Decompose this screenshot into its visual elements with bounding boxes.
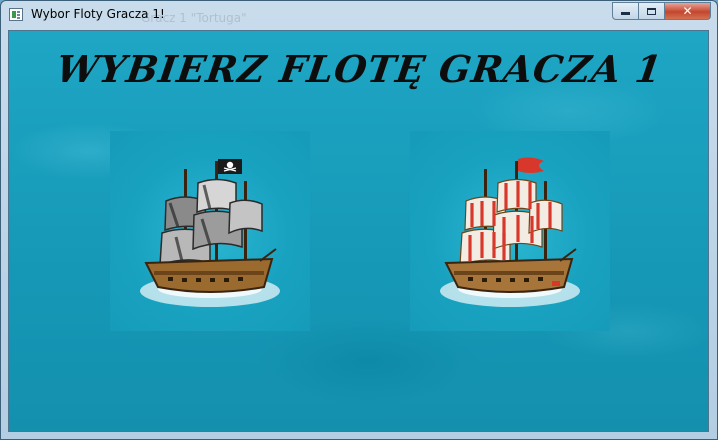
window-controls: ✕ xyxy=(612,2,711,20)
maximize-icon xyxy=(647,7,656,15)
title-bar[interactable]: Wybor Floty Gracza 1! Gracz 1 "Tortuga" … xyxy=(1,1,717,30)
pirate-ship-icon xyxy=(140,159,280,307)
app-icon xyxy=(9,8,23,21)
minimize-icon xyxy=(621,12,630,15)
minimize-button[interactable] xyxy=(612,2,639,20)
app-window: Wybor Floty Gracza 1! Gracz 1 "Tortuga" … xyxy=(0,0,718,440)
page-title: WYBIERZ FLOTĘ GRACZA 1 xyxy=(53,47,666,91)
close-icon: ✕ xyxy=(682,4,693,18)
merchant-ship-option[interactable] xyxy=(410,131,610,331)
pirate-ship-option[interactable] xyxy=(110,131,310,331)
ghost-window-title: Gracz 1 "Tortuga" xyxy=(141,11,247,25)
close-button[interactable]: ✕ xyxy=(665,2,711,20)
merchant-ship-icon xyxy=(440,157,580,307)
maximize-button[interactable] xyxy=(639,2,665,20)
fleet-selection-panel: WYBIERZ FLOTĘ GRACZA 1 xyxy=(8,30,709,432)
